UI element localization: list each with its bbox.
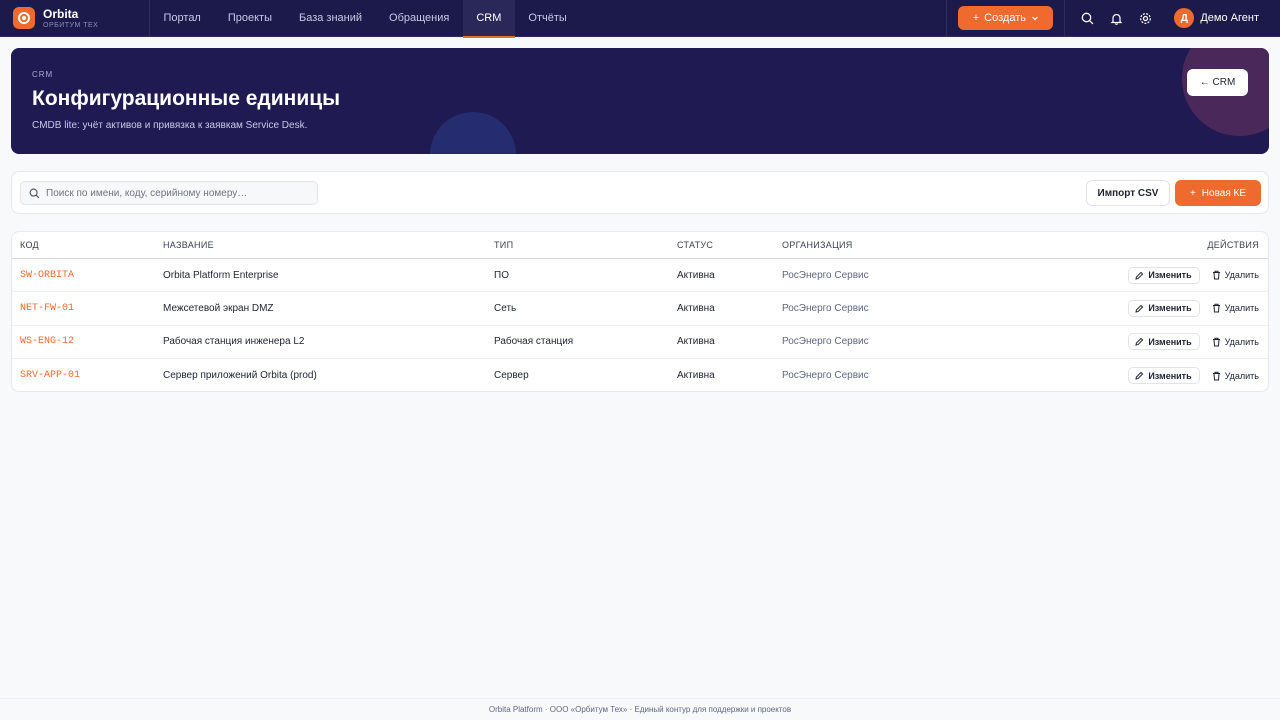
- ci-name: Межсетевой экран DMZ: [163, 302, 274, 314]
- user-menu[interactable]: Д Демо Агент: [1174, 8, 1272, 28]
- delete-button[interactable]: Удалить: [1212, 371, 1259, 381]
- pencil-icon: [1135, 371, 1144, 380]
- ci-type: Сеть: [494, 302, 517, 314]
- edit-button[interactable]: Изменить: [1128, 299, 1200, 317]
- import-csv-button[interactable]: Импорт CSV: [1086, 180, 1170, 206]
- pencil-icon: [1135, 271, 1144, 280]
- page-header-banner: CRM Конфигурационные единицы CMDB lite: …: [11, 48, 1269, 154]
- trash-icon: [1212, 304, 1220, 313]
- main-nav: Портал Проекты База знаний Обращения CRM…: [150, 0, 580, 38]
- top-navbar: Orbita ОРБИТУМ ТЕХ Портал Проекты База з…: [0, 0, 1280, 38]
- trash-icon: [1212, 270, 1220, 280]
- edit-label: Изменить: [1148, 270, 1192, 281]
- ci-name: Рабочая станция инженера L2: [163, 336, 305, 348]
- edit-label: Изменить: [1148, 336, 1192, 347]
- avatar: Д: [1174, 8, 1195, 28]
- trash-icon: [1212, 337, 1220, 347]
- nav-item-crm[interactable]: CRM: [462, 0, 515, 38]
- trash-icon: [1212, 371, 1220, 381]
- delete-label: Удалить: [1224, 270, 1259, 281]
- toolbar: Импорт CSV + Новая КЕ: [11, 171, 1269, 214]
- search-icon[interactable]: [1079, 10, 1095, 26]
- column-header-actions: ДЕЙСТВИЯ: [1207, 240, 1259, 250]
- ci-status: Активна: [677, 336, 715, 348]
- ci-table: КОД НАЗВАНИЕ ТИП СТАТУС ОРГАНИЗАЦИЯ ДЕЙС…: [11, 231, 1269, 392]
- brand-subtitle: ОРБИТУМ ТЕХ: [43, 21, 99, 29]
- ci-name: Сервер приложений Orbita (prod): [163, 370, 317, 382]
- orbita-logo-icon: [13, 7, 35, 29]
- search-input[interactable]: [46, 187, 296, 199]
- search-icon: [29, 188, 40, 198]
- bell-icon[interactable]: [1108, 10, 1124, 26]
- page-title: Конфигурационные единицы: [32, 87, 341, 110]
- ci-status: Активна: [677, 269, 715, 281]
- delete-button[interactable]: Удалить: [1212, 303, 1259, 313]
- table-row[interactable]: SW-ORBITA Orbita Platform Enterprise ПО …: [12, 259, 1268, 293]
- ci-code[interactable]: NET-FW-01: [12, 303, 155, 314]
- new-ci-button-label: Новая КЕ: [1201, 187, 1247, 199]
- search-box: [20, 181, 318, 205]
- back-to-crm-button[interactable]: ← CRM: [1187, 69, 1248, 96]
- brand[interactable]: Orbita ОРБИТУМ ТЕХ: [0, 0, 150, 37]
- column-header-type[interactable]: ТИП: [486, 240, 669, 250]
- plus-icon: +: [1189, 187, 1196, 199]
- delete-button[interactable]: Удалить: [1212, 270, 1259, 280]
- ci-type: ПО: [494, 269, 509, 281]
- table-row[interactable]: NET-FW-01 Межсетевой экран DMZ Сеть Акти…: [12, 292, 1268, 326]
- plus-icon: +: [972, 12, 980, 24]
- brand-name: Orbita: [43, 6, 79, 21]
- edit-label: Изменить: [1148, 370, 1192, 381]
- pencil-icon: [1135, 304, 1144, 313]
- ci-code[interactable]: SRV-APP-01: [12, 370, 155, 381]
- decorative-circle: [430, 112, 516, 154]
- ci-code[interactable]: SW-ORBITA: [12, 270, 155, 281]
- nav-item-projects[interactable]: Проекты: [214, 0, 285, 37]
- column-header-code[interactable]: КОД: [12, 240, 155, 250]
- ci-organization[interactable]: РосЭнерго Сервис: [774, 336, 1074, 347]
- page-subtitle: CMDB lite: учёт активов и привязка к зая…: [32, 120, 308, 131]
- delete-label: Удалить: [1224, 303, 1259, 314]
- footer: Orbita Platform · ООО «Орбитум Тех» · Ед…: [0, 698, 1280, 720]
- ci-name: Orbita Platform Enterprise: [163, 269, 279, 281]
- gear-icon[interactable]: [1137, 10, 1153, 26]
- nav-item-tickets[interactable]: Обращения: [376, 0, 463, 37]
- column-header-organization[interactable]: ОРГАНИЗАЦИЯ: [774, 240, 1074, 250]
- delete-label: Удалить: [1224, 370, 1259, 381]
- ci-type: Сервер: [494, 370, 529, 382]
- chevron-down-icon: [1032, 16, 1038, 21]
- ci-organization[interactable]: РосЭнерго Сервис: [774, 303, 1074, 314]
- edit-button[interactable]: Изменить: [1128, 367, 1200, 385]
- user-name: Демо Агент: [1200, 12, 1259, 24]
- ci-code[interactable]: WS-ENG-12: [12, 336, 155, 347]
- ci-status: Активна: [677, 302, 715, 314]
- column-header-status[interactable]: СТАТУС: [669, 240, 774, 250]
- edit-button[interactable]: Изменить: [1128, 266, 1200, 284]
- ci-organization[interactable]: РосЭнерго Сервис: [774, 270, 1074, 281]
- table-row[interactable]: SRV-APP-01 Сервер приложений Orbita (pro…: [12, 359, 1268, 391]
- table-header: КОД НАЗВАНИЕ ТИП СТАТУС ОРГАНИЗАЦИЯ ДЕЙС…: [12, 232, 1268, 259]
- ci-type: Рабочая станция: [494, 336, 574, 348]
- new-ci-button[interactable]: + Новая КЕ: [1175, 180, 1261, 206]
- ci-status: Активна: [677, 370, 715, 382]
- create-button[interactable]: + Создать: [958, 6, 1054, 30]
- breadcrumb: CRM: [32, 70, 54, 79]
- nav-item-portal[interactable]: Портал: [150, 0, 214, 37]
- edit-label: Изменить: [1148, 303, 1192, 314]
- ci-organization[interactable]: РосЭнерго Сервис: [774, 370, 1074, 381]
- pencil-icon: [1135, 337, 1144, 346]
- delete-button[interactable]: Удалить: [1212, 337, 1259, 347]
- edit-button[interactable]: Изменить: [1128, 333, 1200, 351]
- table-row[interactable]: WS-ENG-12 Рабочая станция инженера L2 Ра…: [12, 326, 1268, 359]
- create-button-label: Создать: [984, 12, 1026, 24]
- delete-label: Удалить: [1224, 336, 1259, 347]
- nav-item-reports[interactable]: Отчёты: [515, 0, 580, 37]
- column-header-name[interactable]: НАЗВАНИЕ: [155, 240, 486, 250]
- nav-item-knowledge-base[interactable]: База знаний: [286, 0, 376, 37]
